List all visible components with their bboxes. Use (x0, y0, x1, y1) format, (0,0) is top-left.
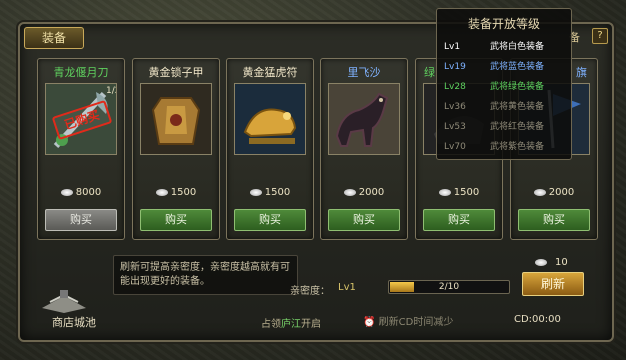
tooltip-title: 装备开放等级 (467, 17, 540, 31)
level-row: Lv70 武将紫色装备 (444, 142, 545, 152)
price: 2000 (511, 187, 597, 198)
silver-icon (535, 258, 547, 266)
refresh-tip: 刷新可提高亲密度，亲密度越高就有可能出现更好的装备。 (113, 255, 298, 295)
shop-card-4: 里飞沙 2000 购买 (320, 58, 408, 240)
stock-count: 1/2 (106, 86, 116, 96)
level-row: Lv1 武将白色装备 (444, 42, 545, 52)
intimacy-label: 亲密度： (290, 286, 330, 297)
armor-icon (140, 83, 212, 155)
blade-icon: 1/2 已购买 (45, 83, 117, 155)
card-name: 里飞沙 (347, 66, 381, 79)
price: 8000 (38, 187, 124, 198)
occupy-hint: 占领庐江开启 (261, 319, 321, 330)
tiger-icon (234, 83, 306, 155)
price: 2000 (321, 187, 407, 198)
buy-button[interactable]: 购买 (423, 209, 495, 231)
silver-icon (249, 188, 262, 196)
cd-timer: CD:00:00 (514, 314, 561, 325)
card-name: 黄金锁子甲 (148, 66, 204, 79)
equipment-level-tooltip: 装备开放等级 Lv1 武将白色装备 Lv19 武将蓝色装备 Lv28 武将绿色装备 L… (436, 8, 572, 160)
price: 1500 (227, 187, 313, 198)
clock-icon: ⏰ (363, 317, 376, 328)
level-row: Lv53 武将红色装备 (444, 122, 545, 132)
tab-equipment[interactable]: 装备 (24, 27, 84, 49)
silver-icon (60, 188, 73, 196)
cd-reduce-button[interactable]: ⏰ 刷新CD时间减少 (363, 313, 453, 328)
shop-card-3: 黄金猛虎符 1500 购买 (226, 58, 314, 240)
fortress-icon (42, 290, 86, 313)
buy-button[interactable]: 购买 (45, 209, 117, 231)
silver-icon (343, 188, 356, 196)
horse-icon (328, 83, 400, 155)
silver-icon (438, 188, 451, 196)
buy-button[interactable]: 购买 (234, 209, 306, 231)
help-button[interactable]: ? (592, 28, 608, 44)
card-name: 青龙偃月刀 (53, 66, 109, 79)
shop-card-1: 青龙偃月刀 1/2 已购买 8000 购买 (37, 58, 125, 240)
level-row: Lv36 武将黄色装备 (444, 102, 545, 112)
shop-card-2: 黄金锁子甲 1500 购买 (132, 58, 220, 240)
price: 1500 (133, 187, 219, 198)
buy-button[interactable]: 购买 (140, 209, 212, 231)
shop-city-label: 商店城池 (52, 316, 96, 329)
price: 1500 (416, 187, 502, 198)
progress-text: 2/10 (438, 282, 460, 292)
silver-icon (155, 188, 168, 196)
level-row: Lv19 武将蓝色装备 (444, 62, 545, 72)
level-row: Lv28 武将绿色装备 (444, 82, 545, 92)
silver-icon (533, 188, 546, 196)
card-name: 黄金猛虎符 (242, 66, 298, 79)
refresh-button[interactable]: 刷新 (522, 272, 584, 296)
refresh-cost: 10 (535, 257, 568, 268)
buy-button[interactable]: 购买 (328, 209, 400, 231)
buy-button[interactable]: 购买 (518, 209, 590, 231)
intimacy-progress: 2/10 (388, 280, 510, 294)
intimacy-level: Lv1 (338, 282, 356, 293)
